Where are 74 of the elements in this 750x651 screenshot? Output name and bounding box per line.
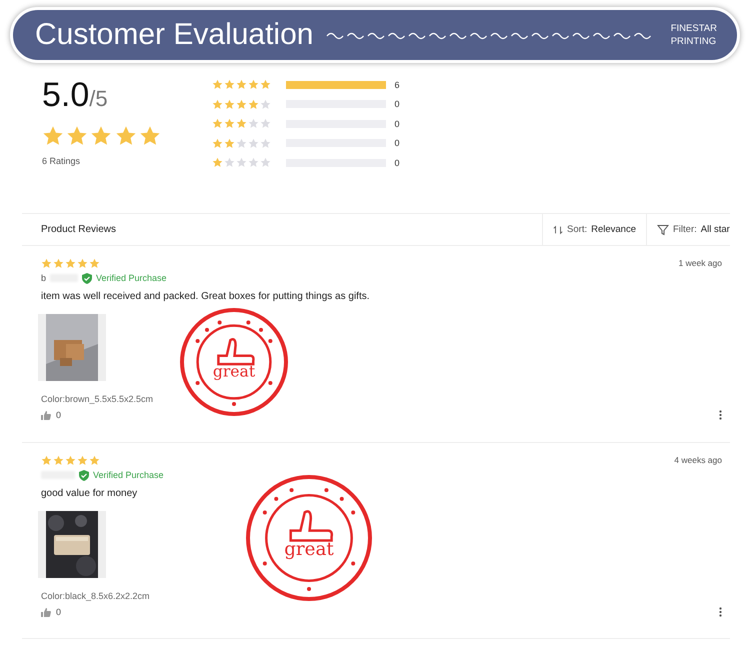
filter-icon bbox=[657, 224, 669, 236]
star-icon bbox=[66, 125, 88, 147]
average-score: 5.0/5 bbox=[42, 75, 109, 116]
star-icon bbox=[236, 98, 248, 110]
star-icon bbox=[114, 125, 137, 147]
star-icon bbox=[236, 157, 248, 168]
rating-count: 6 bbox=[394, 80, 400, 90]
verified-shield-icon bbox=[79, 470, 89, 480]
star-icon bbox=[41, 455, 52, 466]
brand-text: FINESTAR bbox=[670, 22, 717, 35]
star-icon bbox=[212, 118, 223, 129]
thumbs-up-icon[interactable] bbox=[41, 608, 51, 616]
rating-count: 0 bbox=[394, 158, 400, 168]
star-icon bbox=[248, 98, 260, 110]
like-count: 0 bbox=[56, 410, 62, 420]
brand-text: PRINTING bbox=[670, 35, 717, 48]
star-icon bbox=[212, 157, 223, 168]
star-icon bbox=[248, 79, 260, 90]
star-icon bbox=[248, 138, 260, 148]
star-icon bbox=[248, 157, 260, 168]
ratings-count: 6 Ratings bbox=[42, 156, 82, 166]
verified-shield-icon bbox=[82, 272, 92, 284]
thumbs-up-icon[interactable] bbox=[41, 410, 51, 420]
star-icon bbox=[224, 138, 236, 148]
stamp-text: great bbox=[212, 362, 256, 381]
star-icon bbox=[138, 125, 161, 147]
star-icon bbox=[89, 258, 100, 269]
review-text: item was well received and packed. Great boxes for putting things as gifts. bbox=[41, 291, 371, 302]
star-icon bbox=[53, 258, 64, 269]
star-icon bbox=[65, 455, 76, 466]
like-count: 0 bbox=[56, 607, 62, 617]
star-icon bbox=[77, 455, 88, 466]
product-variant: Color:black_8.5x6.2x2.2cm bbox=[41, 591, 151, 601]
star-icon bbox=[236, 118, 248, 129]
star-icon bbox=[260, 79, 272, 90]
star-icon bbox=[42, 125, 64, 147]
star-icon bbox=[260, 98, 272, 110]
verified-purchase-label: Verified Purchase bbox=[93, 470, 164, 480]
star-icon bbox=[41, 258, 52, 269]
star-icon bbox=[90, 125, 112, 147]
star-icon bbox=[77, 258, 88, 269]
star-icon bbox=[212, 79, 223, 90]
stamp-text: great bbox=[284, 539, 334, 560]
star-icon bbox=[224, 98, 236, 110]
section-title: Product Reviews bbox=[41, 224, 116, 235]
star-icon bbox=[236, 79, 248, 90]
more-options-icon[interactable] bbox=[719, 607, 722, 617]
rating-count: 0 bbox=[394, 118, 400, 128]
star-icon bbox=[260, 138, 272, 148]
star-icon bbox=[65, 258, 76, 269]
filter-control[interactable]: Filter: All star bbox=[646, 214, 730, 245]
star-icon bbox=[260, 118, 272, 129]
sort-control[interactable]: Sort: Relevance bbox=[542, 214, 646, 245]
more-options-icon[interactable] bbox=[719, 410, 722, 420]
banner-title: Customer Evaluation bbox=[35, 18, 314, 52]
verified-purchase-label: Verified Purchase bbox=[96, 273, 167, 283]
star-icon bbox=[224, 157, 236, 168]
star-icon bbox=[89, 455, 100, 466]
star-icon bbox=[224, 118, 236, 129]
star-icon bbox=[53, 455, 64, 466]
star-icon bbox=[260, 157, 272, 168]
rating-count: 0 bbox=[394, 99, 400, 109]
review-time: 4 weeks ago bbox=[674, 455, 722, 466]
star-icon bbox=[224, 79, 236, 90]
star-icon bbox=[212, 138, 223, 148]
review-text: good value for money bbox=[41, 488, 138, 499]
rating-count: 0 bbox=[394, 138, 400, 148]
reviewer-name: b bbox=[41, 273, 46, 283]
review-time: 1 week ago bbox=[678, 258, 722, 269]
star-icon bbox=[248, 118, 260, 129]
sort-icon bbox=[553, 224, 564, 236]
star-icon bbox=[212, 98, 223, 110]
product-variant: Color:brown_5.5x5.5x2.5cm bbox=[41, 394, 154, 404]
star-icon bbox=[236, 138, 248, 148]
